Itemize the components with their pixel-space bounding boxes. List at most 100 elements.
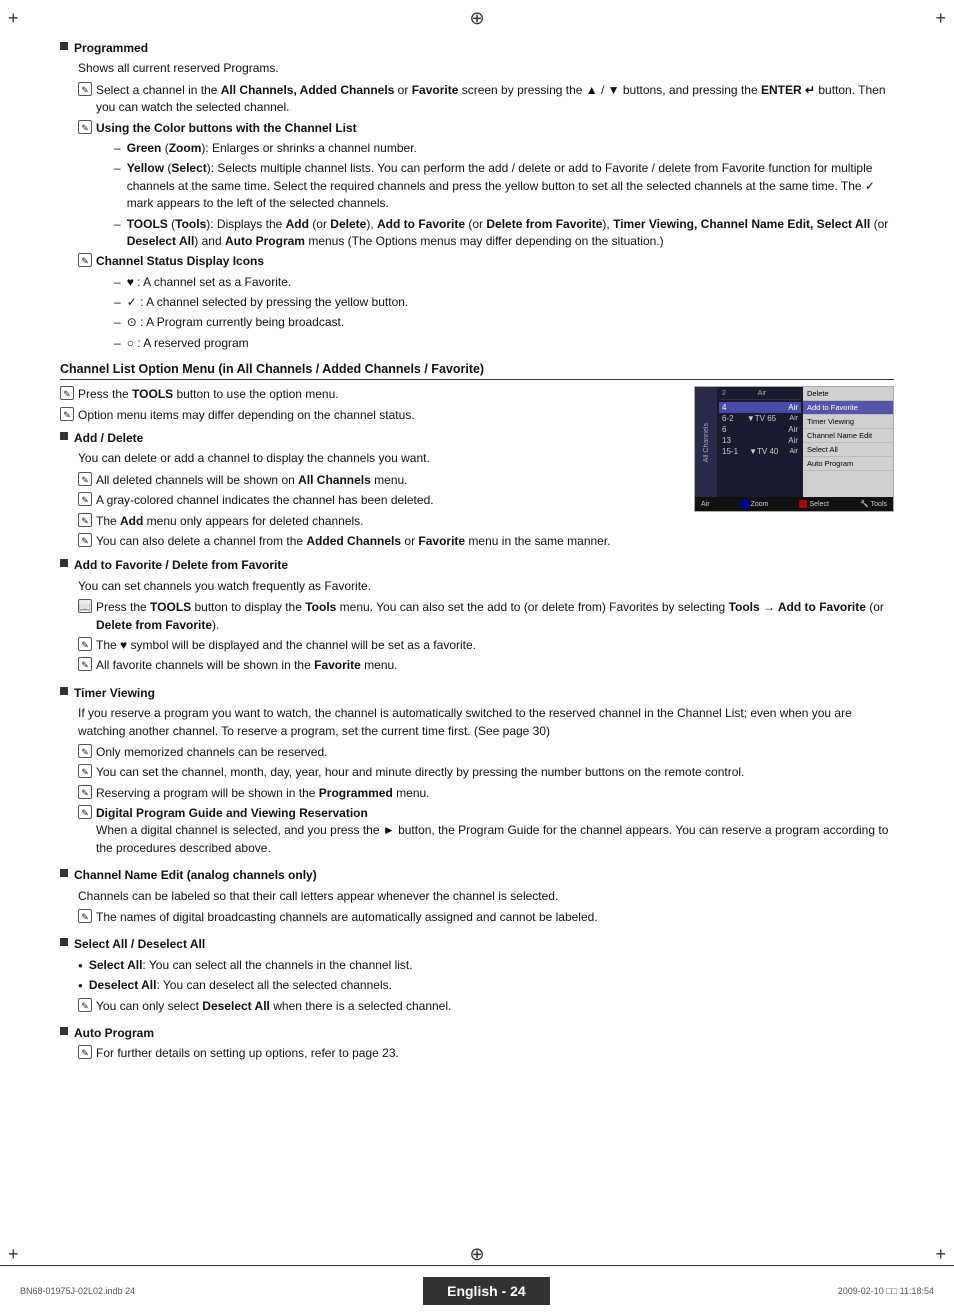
auto-program-n1: ✎ For further details on setting up opti… [78,1045,894,1062]
color-buttons-list: Green (Zoom): Enlarges or shrinks a chan… [114,140,894,250]
bottom-right-text: 2009-02-10 □□ 11:18:54 [838,1286,934,1296]
tv-channel-header: 2 Air [719,389,801,400]
channel-status-icons: ♥ : A channel set as a Favorite. ✓ : A c… [114,274,894,353]
icon-broadcast: ⊙ : A Program currently being broadcast. [114,314,894,331]
tv-channel-row-3: 6 Air [719,424,801,435]
note1-row: ✎ Select a channel in the All Channels, … [78,82,894,117]
bullet-square-programmed [60,42,68,50]
tv-footer-zoom: Zoom [741,500,769,508]
select-all-dot1-text: Select All: You can select all the chann… [89,957,413,974]
tv-left-tab: All Channels [695,387,717,497]
dash-tools-text: TOOLS (Tools): Displays the Add (or Dele… [127,216,894,251]
tv-channel-row-2: 6-2 ▼TV 65 Air [719,413,801,424]
page-container: + + ⊕ Programmed Shows all current reser… [0,0,954,1315]
bullet-select-all [60,938,68,946]
channel-name-desc: Channels can be labeled so that their ca… [78,888,894,905]
select-all-content: Select All: You can select all the chann… [78,957,894,1015]
main-content-area: ✎ Press the TOOLS button to use the opti… [60,386,894,553]
tv-header-num: 2 [722,390,726,397]
tv-tab-label: All Channels [703,423,710,462]
tv-channel-row-5: 15-1 ▼TV 40 Air [719,446,801,457]
tv-ch-type-4: Air [788,436,798,445]
select-color-btn [799,500,807,508]
bullet-channel-name [60,869,68,877]
add-fav-n3-text: All favorite channels will be shown in t… [96,657,894,674]
tv-ch-num-3: 6 [722,425,726,434]
add-delete-n2-text: A gray-colored channel indicates the cha… [96,492,678,509]
note-icon-af2: ✎ [78,637,92,651]
tv-menu: Delete Add to Favorite Timer Viewing Cha… [803,387,893,497]
channel-name-header: Channel Name Edit (analog channels only) [60,867,894,884]
tv-ch-num-2: 6-2 [722,414,734,423]
channel-note1-row: ✎ Press the TOOLS button to use the opti… [60,386,678,403]
tv-menu-auto-prog: Auto Program [803,457,893,471]
icon-heart: ♥ : A channel set as a Favorite. [114,274,894,291]
corner-mark-tr: + [935,8,946,29]
select-all-dot1: Select All: You can select all the chann… [78,957,894,974]
timer-n3: ✎ Reserving a program will be shown in t… [78,785,894,802]
corner-mark-tl: + [8,8,19,29]
add-delete-n3-text: The Add menu only appears for deleted ch… [96,513,678,530]
note-icon-af3: ✎ [78,657,92,671]
tv-ch-extra-5: Air [789,448,798,455]
icon-heart-text: ♥ : A channel set as a Favorite. [127,274,292,291]
note2-title: Using the Color buttons with the Channel… [96,120,894,137]
add-delete-n4-text: You can also delete a channel from the A… [96,533,678,550]
programmed-title: Programmed [74,40,894,57]
bottom-left-text: BN68-01975J-02L02.indb 24 [20,1286,135,1296]
bottom-center: English - 24 [423,1277,550,1305]
auto-program-n1-text: For further details on setting up option… [96,1045,894,1062]
channel-name-content: Channels can be labeled so that their ca… [78,888,894,927]
channel-note2: Option menu items may differ depending o… [78,407,678,424]
timer-n2: ✎ You can set the channel, month, day, y… [78,764,894,781]
auto-program-header: Auto Program [60,1025,894,1042]
tools-icon: 🔧 [860,500,869,508]
center-top-mark: ⊕ [469,8,484,29]
tv-footer-air: Air [701,501,710,508]
timer-n4-text: Digital Program Guide and Viewing Reserv… [96,805,894,857]
note-icon-af1: 📖 [78,599,92,613]
tv-footer-select-label: Select [809,501,828,508]
channel-name-n1: ✎ The names of digital broadcasting chan… [78,909,894,926]
bullet-timer [60,687,68,695]
tv-mockup-col: All Channels 2 Air 4 Air [694,386,894,553]
add-fav-n2: ✎ The ♥ symbol will be displayed and the… [78,637,894,654]
add-fav-section: Add to Favorite / Delete from Favorite Y… [60,557,894,674]
add-fav-title: Add to Favorite / Delete from Favorite [74,557,894,574]
icon-check: ✓ : A channel selected by pressing the y… [114,294,894,311]
programmed-header: Programmed [60,40,894,57]
note-icon-cn1b: ✎ [78,909,92,923]
add-fav-content: You can set channels you watch frequentl… [78,578,894,675]
tv-footer: Air Zoom Select 🔧 Tools [695,497,893,511]
icon-broadcast-text: ⊙ : A Program currently being broadcast. [127,314,345,331]
channel-note2-row: ✎ Option menu items may differ depending… [60,407,678,424]
tv-channel-row-4: 13 Air [719,435,801,446]
dash-tools: TOOLS (Tools): Displays the Add (or Dele… [114,216,894,251]
dash-green: Green (Zoom): Enlarges or shrinks a chan… [114,140,894,157]
timer-desc: If you reserve a program you want to wat… [78,705,894,740]
text-column: ✎ Press the TOOLS button to use the opti… [60,386,678,553]
programmed-section: Programmed Shows all current reserved Pr… [60,40,894,352]
tv-ch-extra-2: Air [789,415,798,422]
tv-footer-tools-label: Tools [871,501,887,508]
add-fav-n3: ✎ All favorite channels will be shown in… [78,657,894,674]
timer-content: If you reserve a program you want to wat… [78,705,894,857]
note-icon-ad3: ✎ [78,513,92,527]
channel-list-section: Channel List Option Menu (in All Channel… [60,362,894,1063]
add-delete-n4: ✎ You can also delete a channel from the… [78,533,678,550]
tv-ch-type-2: ▼TV 65 [747,414,776,423]
select-all-dot2: Deselect All: You can deselect all the s… [78,977,894,994]
timer-n1: ✎ Only memorized channels can be reserve… [78,744,894,761]
tv-channel-row-1: 4 Air [719,402,801,413]
programmed-desc: Shows all current reserved Programs. [78,60,894,77]
add-delete-n3: ✎ The Add menu only appears for deleted … [78,513,678,530]
icon-reserved-text: ○ : A reserved program [127,335,249,352]
channel-name-n1-text: The names of digital broadcasting channe… [96,909,894,926]
note1-text: Select a channel in the All Channels, Ad… [96,82,894,117]
timer-section: Timer Viewing If you reserve a program y… [60,685,894,858]
add-fav-n2-text: The ♥ symbol will be displayed and the c… [96,637,894,654]
tv-ch-type-1: Air [788,403,798,412]
tv-footer-air-label: Air [701,501,710,508]
tv-footer-tools: 🔧 Tools [860,500,887,508]
add-fav-header: Add to Favorite / Delete from Favorite [60,557,894,574]
